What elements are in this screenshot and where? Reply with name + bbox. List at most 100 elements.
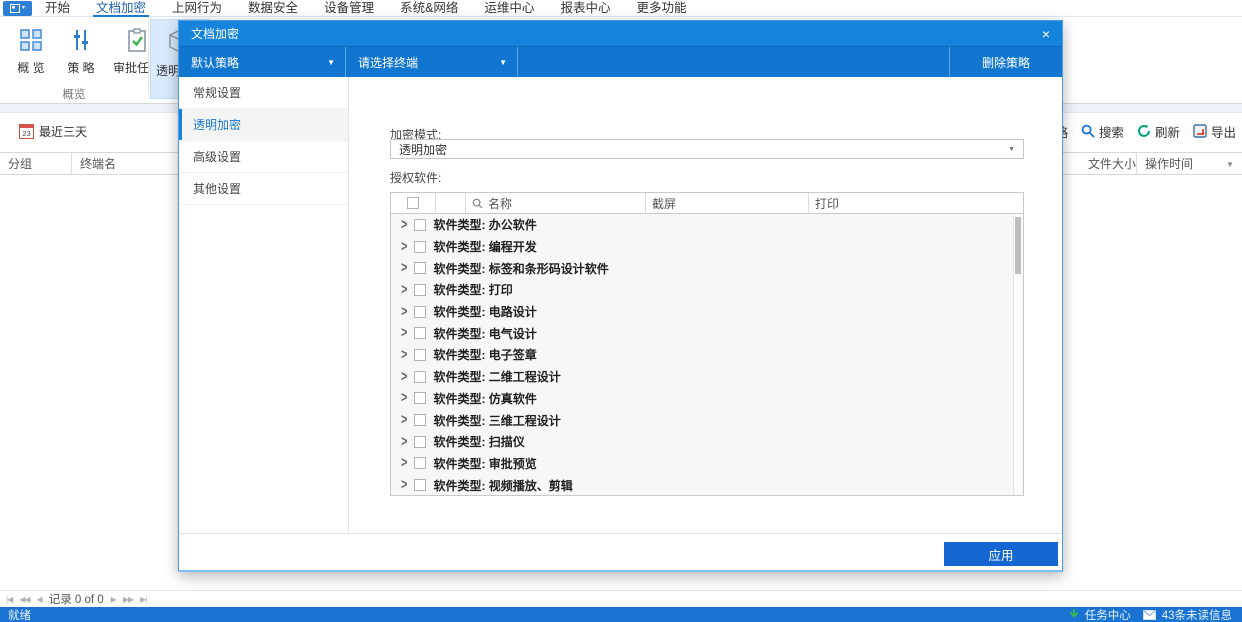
software-table-row[interactable]: > 软件类型: 审批预览 <box>391 453 1023 475</box>
expand-chevron-icon[interactable]: > <box>401 456 407 472</box>
ribbon-tab[interactable]: 数据安全 <box>235 0 311 17</box>
row-checkbox[interactable] <box>414 348 427 361</box>
nav-prev-icon[interactable]: ◀ <box>37 595 43 604</box>
table-scrollbar[interactable] <box>1013 215 1022 495</box>
expand-chevron-icon[interactable]: > <box>401 391 407 407</box>
dialog-sidebar-item[interactable]: 高级设置 <box>179 141 348 173</box>
row-checkbox[interactable] <box>414 479 427 492</box>
terminal-dropdown[interactable]: 请选择终端 ▼ <box>346 47 518 77</box>
ribbon-tab[interactable]: 更多功能 <box>623 0 699 17</box>
row-checkbox[interactable] <box>414 457 427 470</box>
row-checkbox[interactable] <box>414 283 427 296</box>
software-type-label: 软件类型: 打印 <box>433 283 513 298</box>
software-table-row[interactable]: > 软件类型: 编程开发 <box>391 236 1023 258</box>
software-type-label: 软件类型: 审批预览 <box>433 456 537 471</box>
software-table-row[interactable]: > 软件类型: 三维工程设计 <box>391 409 1023 431</box>
encryption-mode-select[interactable]: 透明加密 ▼ <box>390 139 1024 159</box>
ribbon-tab[interactable]: 报表中心 <box>547 0 623 17</box>
policy-dropdown-value: 默认策略 <box>191 55 240 70</box>
filter-caret-icon[interactable]: ▼ <box>1226 160 1234 169</box>
close-icon[interactable]: × <box>1042 27 1050 41</box>
encryption-mode-value: 透明加密 <box>399 142 448 157</box>
chevron-down-icon: ▾ <box>21 5 25 11</box>
ribbon-tab[interactable]: 文档加密 <box>83 0 159 17</box>
expand-chevron-icon[interactable]: > <box>401 239 407 255</box>
name-column-header[interactable]: 名称 <box>466 193 646 213</box>
row-checkbox[interactable] <box>414 435 427 448</box>
nav-next-icon[interactable]: ▶ <box>111 595 117 604</box>
delete-policy-button[interactable]: 删除策略 <box>949 47 1062 77</box>
print-column-header[interactable]: 打印 <box>809 193 1023 213</box>
expand-chevron-icon[interactable]: > <box>401 412 407 428</box>
task-center-link[interactable]: 任务中心 <box>1085 607 1131 622</box>
software-table: 名称 截屏 打印 > 软件类型: 办公软件 > 软件类型: 编程开发 > 软件类… <box>390 192 1024 496</box>
nav-first-icon[interactable]: |◀ <box>6 595 13 604</box>
ribbon-tab-label: 设备管理 <box>324 0 375 15</box>
dialog-sidebar-item[interactable]: 其他设置 <box>179 173 348 205</box>
overview-button[interactable]: 概 览 <box>6 21 56 76</box>
dialog-sidebar-item-label: 高级设置 <box>193 150 242 164</box>
expand-chevron-icon[interactable]: > <box>401 347 407 363</box>
toolbar-search-button[interactable]: 搜索 <box>1081 122 1124 141</box>
policy-dropdown[interactable]: 默认策略 ▼ <box>179 47 346 77</box>
software-table-row[interactable]: > 软件类型: 办公软件 <box>391 214 1023 236</box>
grid-header-filesize[interactable]: 文件大小 <box>1080 153 1137 174</box>
expand-chevron-icon[interactable]: > <box>401 282 407 298</box>
row-checkbox[interactable] <box>414 240 427 253</box>
table-scrollbar-thumb[interactable] <box>1015 217 1021 274</box>
software-table-row[interactable]: > 软件类型: 扫描仪 <box>391 431 1023 453</box>
ribbon-tab[interactable]: 开始 <box>32 0 83 17</box>
dialog-content: 加密模式: 透明加密 ▼ 授权软件: 名称 截屏 打印 > 软件类型: 办公软件… <box>350 77 1062 533</box>
software-table-body: > 软件类型: 办公软件 > 软件类型: 编程开发 > 软件类型: 标签和条形码… <box>391 214 1023 496</box>
date-filter-button[interactable]: 23 最近三天 <box>19 123 87 140</box>
unread-messages-link[interactable]: 43条未读信息 <box>1162 607 1232 622</box>
date-filter-label: 最近三天 <box>39 124 88 139</box>
expand-chevron-icon[interactable]: > <box>401 325 407 341</box>
row-checkbox[interactable] <box>414 327 427 340</box>
software-table-row[interactable]: > 软件类型: 打印 <box>391 279 1023 301</box>
row-checkbox[interactable] <box>414 262 427 275</box>
expand-chevron-icon[interactable]: > <box>401 477 407 493</box>
row-checkbox[interactable] <box>414 370 427 383</box>
terminal-dropdown-placeholder: 请选择终端 <box>358 55 419 70</box>
software-type-label: 软件类型: 三维工程设计 <box>433 413 561 428</box>
policy-button[interactable]: 策 略 <box>56 21 106 76</box>
ribbon-tab[interactable]: 上网行为 <box>159 0 235 17</box>
row-checkbox[interactable] <box>414 414 427 427</box>
row-checkbox[interactable] <box>414 305 427 318</box>
row-checkbox[interactable] <box>414 392 427 405</box>
software-table-row[interactable]: > 软件类型: 视频播放、剪辑 <box>391 474 1023 496</box>
expand-chevron-icon[interactable]: > <box>401 369 407 385</box>
expand-chevron-icon[interactable]: > <box>401 260 407 276</box>
software-table-row[interactable]: > 软件类型: 仿真软件 <box>391 388 1023 410</box>
grid-header-optime[interactable]: 操作时间 ▼ <box>1137 153 1242 174</box>
ribbon-tab[interactable]: 运维中心 <box>471 0 547 17</box>
nav-last-icon[interactable]: ▶| <box>140 595 147 604</box>
dialog-sidebar-item[interactable]: 常规设置 <box>179 77 348 109</box>
nav-fast-next-icon[interactable]: ▶▶ <box>123 595 134 604</box>
software-table-row[interactable]: > 软件类型: 电子签章 <box>391 344 1023 366</box>
expand-chevron-icon[interactable]: > <box>401 217 407 233</box>
software-table-row[interactable]: > 软件类型: 电气设计 <box>391 322 1023 344</box>
software-table-row[interactable]: > 软件类型: 二维工程设计 <box>391 366 1023 388</box>
software-table-header: 名称 截屏 打印 <box>391 193 1023 214</box>
select-all-checkbox[interactable] <box>407 197 419 209</box>
software-table-row[interactable]: > 软件类型: 标签和条形码设计软件 <box>391 257 1023 279</box>
expand-chevron-icon[interactable]: > <box>401 304 407 320</box>
expand-chevron-icon[interactable]: > <box>401 434 407 450</box>
toolbar-export-button[interactable]: 导出 <box>1193 122 1236 141</box>
app-menu-button[interactable]: ▾ <box>3 0 32 16</box>
toolbar-refresh-button[interactable]: 刷新 <box>1137 122 1180 141</box>
software-table-row[interactable]: > 软件类型: 电路设计 <box>391 301 1023 323</box>
ribbon-tab[interactable]: 设备管理 <box>311 0 387 17</box>
envelope-icon <box>1142 609 1156 620</box>
dialog-sidebar-item[interactable]: 透明加密 <box>179 109 348 141</box>
grid-header-terminal[interactable]: 终端名 <box>72 153 192 174</box>
screenshot-column-header[interactable]: 截屏 <box>646 193 809 213</box>
row-checkbox[interactable] <box>414 218 427 231</box>
nav-fast-prev-icon[interactable]: ◀◀ <box>19 595 30 604</box>
grid-header-group[interactable]: 分组 <box>0 153 72 174</box>
apply-button[interactable]: 应用 <box>944 542 1058 566</box>
software-type-label: 软件类型: 二维工程设计 <box>433 370 561 385</box>
ribbon-tab[interactable]: 系统&网络 <box>387 0 471 17</box>
